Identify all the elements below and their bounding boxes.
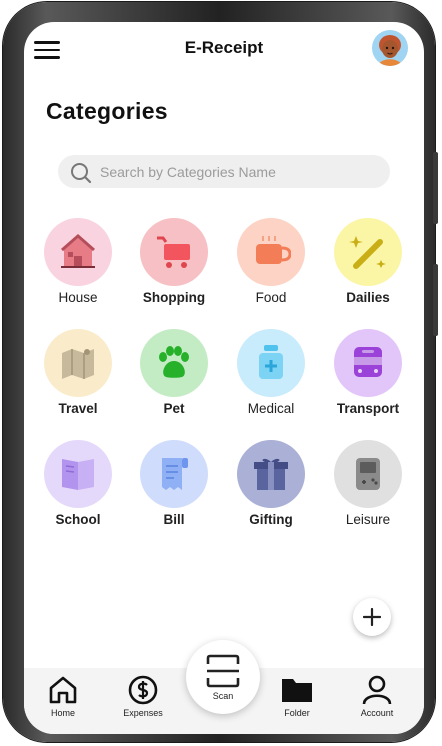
page-title: Categories xyxy=(46,98,168,124)
top-bar: E-Receipt xyxy=(24,22,424,78)
category-label: House xyxy=(58,290,98,305)
magic-wand-icon xyxy=(349,236,386,269)
user-avatar[interactable] xyxy=(372,30,408,66)
category-label: Bill xyxy=(163,512,185,527)
nav-label: Folder xyxy=(284,708,310,718)
nav-label: Scan xyxy=(212,691,234,701)
nav-label: Expenses xyxy=(123,708,163,718)
game-console-icon xyxy=(356,458,380,490)
bill-icon xyxy=(162,458,188,490)
category-circle xyxy=(44,440,112,508)
category-circle xyxy=(237,329,305,397)
search-input[interactable] xyxy=(100,155,380,188)
folder-icon xyxy=(282,679,312,702)
category-pet[interactable]: Pet xyxy=(126,329,222,416)
category-label: Shopping xyxy=(142,290,206,305)
gift-box-icon xyxy=(254,458,288,490)
app-title: E-Receipt xyxy=(184,38,264,57)
category-label: School xyxy=(55,512,101,527)
category-shopping[interactable]: Shopping xyxy=(126,218,222,305)
hot-drink-icon xyxy=(256,236,291,264)
category-label: Pet xyxy=(163,401,185,416)
nav-label: Home xyxy=(50,708,75,718)
search-bar xyxy=(58,155,390,188)
category-circle xyxy=(334,440,402,508)
paw-icon xyxy=(159,346,189,378)
nav-folder[interactable]: Folder xyxy=(262,674,332,718)
category-label: Gifting xyxy=(249,512,293,527)
category-circle xyxy=(334,329,402,397)
open-book-icon xyxy=(62,459,94,490)
category-circle xyxy=(334,218,402,286)
nav-label: Account xyxy=(360,708,394,718)
search-icon xyxy=(71,163,92,184)
shopping-cart-icon xyxy=(157,236,190,268)
medicine-bottle-icon xyxy=(259,345,283,379)
category-transport[interactable]: Transport xyxy=(320,329,416,416)
scan-button[interactable]: Scan xyxy=(186,640,260,714)
home-icon xyxy=(49,676,77,704)
phone-side-button xyxy=(433,152,438,224)
category-label: Medical xyxy=(247,401,295,416)
category-gifting[interactable]: Gifting xyxy=(223,440,319,527)
map-icon xyxy=(62,349,94,379)
account-icon xyxy=(362,675,392,705)
nav-expenses[interactable]: Expenses xyxy=(108,674,178,718)
category-circle xyxy=(44,329,112,397)
category-label: Leisure xyxy=(345,512,391,527)
plus-icon xyxy=(363,608,381,626)
nav-account[interactable]: Account xyxy=(342,674,412,718)
add-category-button[interactable] xyxy=(353,598,391,636)
category-circle xyxy=(237,440,305,508)
phone-side-button xyxy=(433,264,438,336)
category-bill[interactable]: Bill xyxy=(126,440,222,527)
category-label: Travel xyxy=(58,401,98,416)
category-house[interactable]: House xyxy=(30,218,126,305)
category-label: Dailies xyxy=(346,290,390,305)
category-circle xyxy=(140,440,208,508)
category-leisure[interactable]: Leisure xyxy=(320,440,416,527)
dollar-circle-icon xyxy=(128,675,158,705)
phone-frame: E-Receipt Categories Search by Categorie… xyxy=(3,2,438,742)
category-label: Food xyxy=(255,290,287,305)
category-circle xyxy=(140,329,208,397)
category-dailies[interactable]: Dailies xyxy=(320,218,416,305)
nav-home[interactable]: Home xyxy=(28,674,98,718)
house-icon xyxy=(61,234,95,268)
category-circle xyxy=(140,218,208,286)
category-label: Transport xyxy=(336,401,400,416)
train-icon xyxy=(354,347,382,377)
category-travel[interactable]: Travel xyxy=(30,329,126,416)
app-screen: E-Receipt Categories Search by Categorie… xyxy=(24,22,424,734)
category-school[interactable]: School xyxy=(30,440,126,527)
category-food[interactable]: Food xyxy=(223,218,319,305)
category-medical[interactable]: Medical xyxy=(223,329,319,416)
scan-icon xyxy=(206,654,240,688)
category-circle xyxy=(237,218,305,286)
category-circle xyxy=(44,218,112,286)
